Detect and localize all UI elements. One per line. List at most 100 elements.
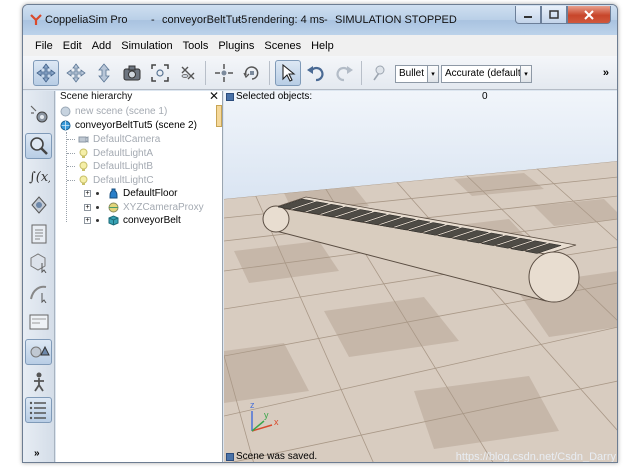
camera-pan-button[interactable]	[33, 60, 59, 86]
expand-toggle[interactable]: +	[84, 204, 91, 211]
axis-z-label: z	[250, 400, 255, 410]
status-menu-icon[interactable]	[226, 453, 234, 461]
object-rotate-icon	[243, 66, 259, 80]
tree-item-conveyor-belt[interactable]: conveyorBelt	[108, 214, 181, 227]
menu-scenes[interactable]: Scenes	[259, 40, 306, 52]
cube-shape-icon	[108, 215, 119, 226]
calculation-modules-button[interactable]: ∫(x)	[25, 163, 52, 189]
toolbar-overflow-button[interactable]: »	[603, 67, 609, 79]
menu-file[interactable]: File	[30, 40, 58, 52]
dynamics-toggle-button[interactable]	[365, 60, 391, 86]
simulation-state: SIMULATION STOPPED	[335, 14, 457, 26]
dynamics-pin-icon	[373, 65, 385, 81]
object-shift-button[interactable]	[211, 60, 237, 86]
rendering-time: rendering: 4 ms	[248, 14, 325, 26]
tree-item-default-light-c[interactable]: DefaultLightC	[78, 174, 154, 187]
hierarchy-gear-icon	[30, 105, 47, 123]
collections-button[interactable]	[25, 191, 52, 217]
selected-objects-label: Selected objects:	[236, 91, 313, 102]
coppeliasim-logo-icon	[30, 14, 42, 25]
menu-add[interactable]: Add	[87, 40, 117, 52]
layers-button[interactable]	[25, 397, 52, 423]
fit-view-icon	[151, 64, 169, 82]
chevron-down-icon: ▾	[431, 71, 435, 78]
close-icon[interactable]: ✕	[209, 89, 219, 103]
fit-to-view-button[interactable]	[147, 60, 173, 86]
scene-viewport[interactable]: z x y Selected objects: 0 Scene was save…	[224, 91, 617, 462]
accuracy-select[interactable]: Accurate (default)	[441, 65, 529, 83]
toolbar-separator	[205, 61, 206, 85]
tree-item-default-camera[interactable]: DefaultCamera	[78, 133, 160, 146]
tree-item-label: XYZCameraProxy	[123, 202, 204, 213]
menu-edit[interactable]: Edit	[58, 40, 87, 52]
path-edit-button[interactable]	[25, 279, 52, 305]
menu-tools[interactable]: Tools	[178, 40, 214, 52]
maximize-icon	[549, 10, 559, 19]
maximize-button[interactable]	[541, 6, 567, 24]
camera-shift-button[interactable]	[91, 60, 117, 86]
undo-button[interactable]	[303, 60, 329, 86]
close-button[interactable]	[567, 6, 611, 24]
cursor-arrow-icon	[282, 63, 296, 82]
scene-hierarchy-title: Scene hierarchy	[60, 91, 133, 102]
tree-item-default-light-b[interactable]: DefaultLightB	[78, 160, 153, 173]
minimize-icon	[524, 15, 532, 18]
scene-hierarchy-header: Scene hierarchy ✕	[56, 89, 222, 105]
viewport-info: Selected objects: 0	[224, 91, 617, 103]
tree-item-label: DefaultLightB	[93, 161, 154, 172]
redo-button[interactable]	[331, 60, 357, 86]
camera-fly-button[interactable]	[175, 60, 201, 86]
title-separator: -	[151, 14, 155, 26]
tree-item-label: conveyorBelt	[123, 215, 181, 226]
bottle-shape-icon	[109, 188, 118, 199]
tree-line	[66, 132, 67, 222]
expand-toggle[interactable]: +	[84, 217, 91, 224]
camera-zoom-button[interactable]	[119, 60, 145, 86]
camera-rotate-button[interactable]	[63, 60, 89, 86]
shapes-collection-icon	[30, 196, 47, 214]
viewport-menu-icon[interactable]	[226, 93, 234, 101]
menu-help[interactable]: Help	[306, 40, 339, 52]
toolbar-separator	[269, 61, 270, 85]
hierarchy-scrollbar[interactable]	[216, 105, 222, 127]
shape-edit-button[interactable]	[25, 249, 52, 275]
scripts-button[interactable]	[25, 221, 52, 247]
assembly-toggle-button[interactable]	[25, 339, 52, 365]
document-icon	[31, 224, 46, 244]
left-toolbar: ∫(x)	[23, 91, 55, 462]
scene-hierarchy-toggle-button[interactable]	[25, 101, 52, 127]
tree-connector	[67, 153, 75, 154]
globe-icon	[60, 120, 71, 131]
path-curve-icon	[29, 285, 46, 303]
vertical-arrows-icon	[98, 63, 110, 83]
tree-item-xyz-camera-proxy[interactable]: XYZCameraProxy	[108, 201, 204, 214]
object-rotate-button[interactable]	[239, 60, 265, 86]
assembly-icon	[30, 345, 50, 358]
dragonfly-icon	[181, 66, 195, 80]
click-selection-button[interactable]	[275, 60, 301, 86]
tree-item-label: DefaultLightA	[93, 148, 154, 159]
scene-1-label: new scene (scene 1)	[75, 106, 168, 117]
accuracy-dropdown[interactable]: ▾	[520, 65, 532, 83]
scene-1-row[interactable]: new scene (scene 1)	[60, 105, 167, 118]
ui-toggle-button[interactable]	[25, 369, 52, 395]
physics-engine-dropdown[interactable]: ▾	[427, 65, 439, 83]
selection-button[interactable]	[25, 309, 52, 335]
close-icon	[584, 9, 594, 20]
cube-cursor-icon	[30, 253, 46, 273]
toolbar-separator	[361, 61, 362, 85]
title-separator-2: -	[237, 14, 241, 26]
scene-2-row[interactable]: conveyorBeltTut5 (scene 2)	[60, 119, 197, 132]
pan-arrows-icon	[36, 63, 56, 83]
camera-icon	[123, 65, 141, 81]
menu-simulation[interactable]: Simulation	[116, 40, 177, 52]
tree-item-default-light-a[interactable]: DefaultLightA	[78, 147, 153, 160]
model-browser-button[interactable]	[25, 133, 52, 159]
menu-plugins[interactable]: Plugins	[213, 40, 259, 52]
minimize-button[interactable]	[515, 6, 541, 24]
tree-connector	[67, 180, 75, 181]
left-toolbar-overflow-button[interactable]: »	[34, 448, 40, 459]
tree-item-default-floor[interactable]: DefaultFloor	[108, 187, 177, 200]
visibility-dot	[96, 206, 99, 209]
expand-toggle[interactable]: +	[84, 190, 91, 197]
